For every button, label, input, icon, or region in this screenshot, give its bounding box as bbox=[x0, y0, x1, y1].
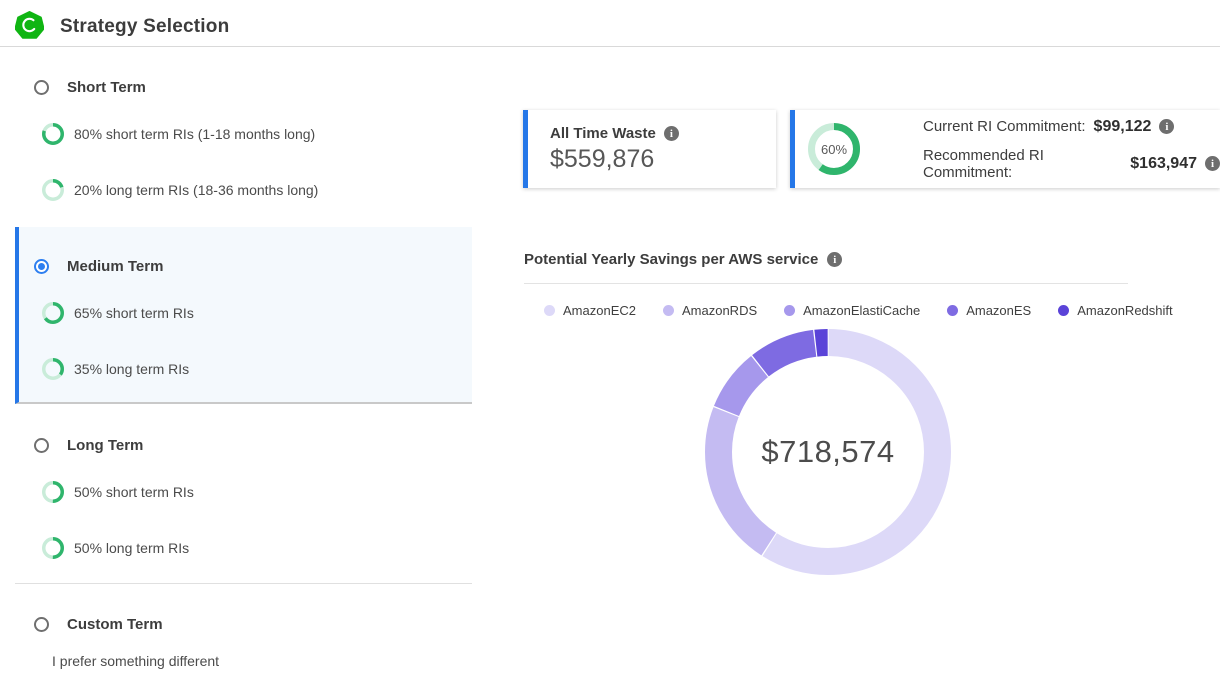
sub-item-text: 50% short term RIs bbox=[74, 484, 194, 500]
ri-commitment-card: 60% Current RI Commitment: $99,122 Recom… bbox=[790, 110, 1220, 188]
info-icon[interactable] bbox=[664, 126, 679, 141]
legend-label: AmazonRDS bbox=[682, 303, 757, 318]
waste-card-value: $559,876 bbox=[550, 145, 776, 174]
sub-item-text: 50% long term RIs bbox=[74, 540, 189, 556]
recommended-ri-commitment-row: Recommended RI Commitment: $163,947 bbox=[923, 147, 1220, 181]
divider bbox=[15, 583, 472, 584]
progress-ring-icon bbox=[42, 179, 64, 201]
info-icon[interactable] bbox=[1205, 156, 1220, 171]
savings-chart-panel: Potential Yearly Savings per AWS service… bbox=[524, 250, 1128, 575]
progress-ring-icon bbox=[42, 123, 64, 145]
recommended-ri-value: $163,947 bbox=[1130, 155, 1197, 173]
progress-ring-icon bbox=[42, 481, 64, 503]
sub-item-text: 20% long term RIs (18-36 months long) bbox=[74, 182, 318, 198]
gauge-percentage-label: 60% bbox=[808, 123, 860, 175]
legend-item-amazones[interactable]: AmazonES bbox=[947, 303, 1031, 318]
strategy-label: Long Term bbox=[67, 437, 143, 454]
strategy-sub-item: 80% short term RIs (1-18 months long) bbox=[42, 123, 315, 145]
info-icon[interactable] bbox=[1159, 119, 1174, 134]
sub-item-text: 80% short term RIs (1-18 months long) bbox=[74, 126, 315, 142]
radio-medium-term[interactable] bbox=[34, 259, 49, 274]
legend-dot-icon bbox=[1058, 305, 1069, 316]
legend-dot-icon bbox=[947, 305, 958, 316]
strategy-sub-item: 65% short term RIs bbox=[42, 302, 194, 324]
recommended-ri-label: Recommended RI Commitment: bbox=[923, 147, 1122, 181]
current-ri-value: $99,122 bbox=[1094, 118, 1152, 136]
legend-dot-icon bbox=[544, 305, 555, 316]
waste-card-title: All Time Waste bbox=[550, 125, 656, 142]
progress-ring-icon bbox=[42, 358, 64, 380]
legend-label: AmazonES bbox=[966, 303, 1031, 318]
current-ri-commitment-row: Current RI Commitment: $99,122 bbox=[923, 118, 1220, 136]
strategy-sub-item: 20% long term RIs (18-36 months long) bbox=[42, 179, 318, 201]
strategy-option-short-term[interactable]: Short Term bbox=[34, 79, 146, 96]
progress-ring-icon bbox=[42, 537, 64, 559]
strategy-option-medium-term[interactable]: Medium Term bbox=[34, 258, 163, 275]
page-header: Strategy Selection bbox=[0, 0, 1220, 47]
info-icon[interactable] bbox=[827, 252, 842, 267]
strategy-sub-item: 50% short term RIs bbox=[42, 481, 194, 503]
legend-item-amazonec2[interactable]: AmazonEC2 bbox=[544, 303, 636, 318]
strategy-label: Custom Term bbox=[67, 616, 163, 633]
strategy-option-long-term[interactable]: Long Term bbox=[34, 437, 143, 454]
legend-dot-icon bbox=[784, 305, 795, 316]
custom-term-description: I prefer something different bbox=[52, 653, 219, 669]
brand-logo-icon bbox=[15, 11, 44, 40]
strategy-label: Medium Term bbox=[67, 258, 163, 275]
sub-item-text: 35% long term RIs bbox=[74, 361, 189, 377]
progress-ring-icon bbox=[42, 302, 64, 324]
legend-item-amazonredshift[interactable]: AmazonRedshift bbox=[1058, 303, 1172, 318]
strategy-selection-page: Strategy Selection Short Term 80% short … bbox=[0, 0, 1220, 691]
legend-item-amazonrds[interactable]: AmazonRDS bbox=[663, 303, 757, 318]
strategy-sub-item: 35% long term RIs bbox=[42, 358, 189, 380]
current-ri-label: Current RI Commitment: bbox=[923, 118, 1086, 135]
radio-short-term[interactable] bbox=[34, 80, 49, 95]
commitment-gauge: 60% bbox=[808, 123, 860, 175]
legend-item-amazonelasticache[interactable]: AmazonElastiCache bbox=[784, 303, 920, 318]
legend-label: AmazonRedshift bbox=[1077, 303, 1172, 318]
legend-label: AmazonElastiCache bbox=[803, 303, 920, 318]
legend-label: AmazonEC2 bbox=[563, 303, 636, 318]
legend-dot-icon bbox=[663, 305, 674, 316]
sub-item-text: 65% short term RIs bbox=[74, 305, 194, 321]
radio-long-term[interactable] bbox=[34, 438, 49, 453]
strategy-sub-item: 50% long term RIs bbox=[42, 537, 189, 559]
radio-custom-term[interactable] bbox=[34, 617, 49, 632]
strategy-option-custom-term[interactable]: Custom Term bbox=[34, 616, 163, 633]
savings-donut-chart[interactable]: $718,574 bbox=[705, 329, 951, 575]
page-title: Strategy Selection bbox=[60, 16, 229, 38]
donut-center-total: $718,574 bbox=[705, 329, 951, 575]
chart-title: Potential Yearly Savings per AWS service bbox=[524, 251, 818, 268]
divider bbox=[524, 283, 1128, 284]
all-time-waste-card: All Time Waste $559,876 bbox=[523, 110, 776, 188]
chart-legend: AmazonEC2 AmazonRDS AmazonElastiCache Amazo… bbox=[544, 303, 1128, 318]
strategy-label: Short Term bbox=[67, 79, 146, 96]
